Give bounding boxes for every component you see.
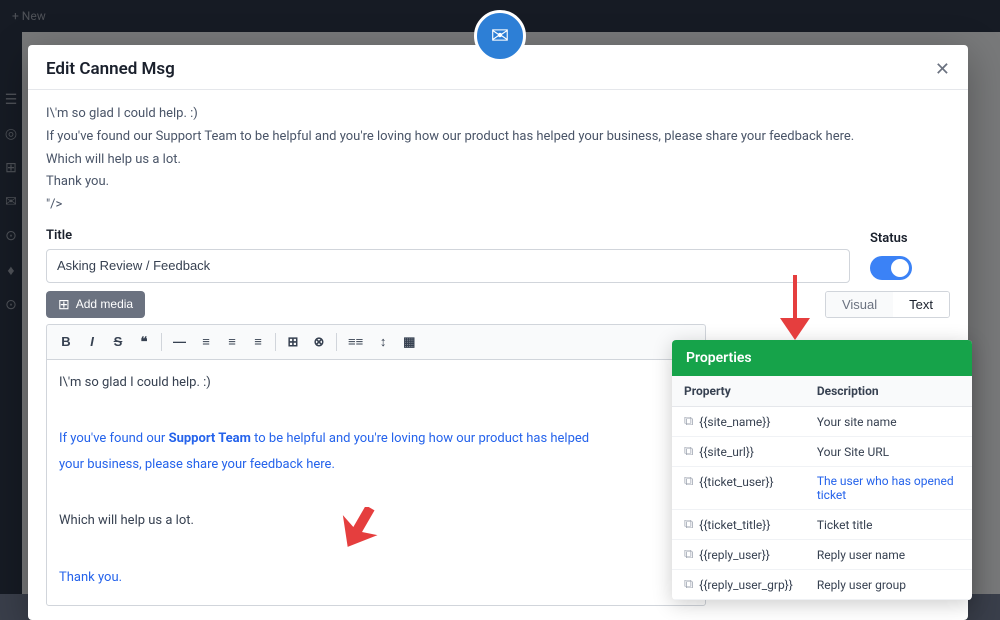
property-var-cell-2: ⧉ {{ticket_user}}: [672, 467, 805, 496]
properties-row: ⧉ {{ticket_title}} Ticket title: [672, 510, 972, 540]
align-center-button[interactable]: ≡: [221, 331, 243, 352]
status-group: Status: [870, 231, 950, 280]
small-red-arrow: [337, 507, 387, 565]
down-arrow-indicator: [765, 270, 825, 354]
table-button[interactable]: ▦: [398, 331, 420, 353]
property-var-cell-4: ⧉ {{reply_user}}: [672, 540, 805, 569]
col-description: Description: [805, 376, 972, 407]
property-var-cell-0: ⧉ {{site_name}}: [672, 407, 805, 436]
properties-table-header-row: Property Description: [672, 376, 972, 407]
editor-line-3-text: your business, please share your feedbac…: [59, 457, 335, 472]
prop-var-name: {{ticket_title}}: [699, 518, 770, 532]
properties-table: Property Description ⧉ {{site_name}} Your …: [672, 376, 972, 600]
property-desc-cell-3: Ticket title: [805, 510, 972, 540]
preview-text: I\'m so glad I could help. :) If you've …: [46, 104, 950, 216]
property-var-cell-5: ⧉ {{reply_user_grp}}: [672, 570, 805, 599]
unlink-button[interactable]: ⊗: [308, 331, 330, 353]
prop-copy-icon[interactable]: ⧉: [684, 517, 693, 532]
italic-button[interactable]: I: [81, 331, 103, 352]
editor-content[interactable]: I\'m so glad I could help. :) If you've …: [46, 359, 706, 606]
toolbar-sep-3: [336, 333, 337, 351]
strikethrough-button[interactable]: S: [107, 331, 129, 352]
property-desc-cell-0: Your site name: [805, 407, 972, 437]
prop-copy-icon[interactable]: ⧉: [684, 474, 693, 489]
add-media-button[interactable]: ⊞ Add media: [46, 291, 145, 318]
preview-line-3: Which will help us a lot.: [46, 150, 950, 171]
add-media-icon: ⊞: [58, 296, 70, 313]
editor-line-2: If you've found our Support Team to be h…: [59, 428, 693, 450]
prop-copy-icon[interactable]: ⧉: [684, 547, 693, 562]
prop-var-name: {{site_url}}: [699, 445, 754, 459]
hr-button[interactable]: —: [168, 331, 191, 352]
properties-row: ⧉ {{site_url}} Your Site URL: [672, 437, 972, 467]
preview-line-4: Thank you.: [46, 172, 950, 193]
modal-title: Edit Canned Msg: [46, 59, 175, 79]
prop-var-name: {{site_name}}: [699, 415, 770, 429]
properties-row: ⧉ {{reply_user_grp}} Reply user group: [672, 570, 972, 600]
editor-line-2-text: If you've found our Support Team to be h…: [59, 431, 589, 446]
property-desc-cell-5: Reply user group: [805, 570, 972, 600]
prop-var-name: {{ticket_user}}: [699, 475, 773, 489]
prop-copy-icon[interactable]: ⧉: [684, 577, 693, 592]
property-desc-cell-2: The user who has opened ticket: [805, 467, 972, 510]
properties-row: ⧉ {{site_name}} Your site name: [672, 407, 972, 437]
align-left-button[interactable]: ≡: [195, 331, 217, 352]
modal-close-button[interactable]: ✕: [935, 60, 950, 78]
title-group: Title: [46, 228, 850, 283]
prop-copy-icon[interactable]: ⧉: [684, 444, 693, 459]
status-label: Status: [870, 231, 908, 246]
status-toggle[interactable]: [870, 256, 912, 280]
editor-spacer-2: [59, 480, 693, 502]
link-button[interactable]: ⊞: [282, 331, 304, 353]
app-icon: ✉: [474, 10, 526, 62]
editor-line-1: I\'m so glad I could help. :): [59, 372, 693, 394]
preview-line-5: "/>: [46, 195, 950, 216]
properties-row: ⧉ {{ticket_user}} The user who has opened …: [672, 467, 972, 510]
preview-line-1: I\'m so glad I could help. :): [46, 104, 950, 125]
col-property: Property: [672, 376, 805, 407]
title-label: Title: [46, 228, 850, 243]
visual-text-tabs: Visual Text: [825, 291, 950, 318]
toolbar-sep-1: [161, 333, 162, 351]
toggle-knob: [891, 259, 909, 277]
editor-format-toolbar: B I S ❝ — ≡ ≡ ≡ ⊞ ⊗ ≡≡ ↕ ▦: [46, 324, 706, 359]
visual-tab[interactable]: Visual: [826, 292, 893, 317]
align-right-button[interactable]: ≡: [247, 331, 269, 352]
property-desc-cell-1: Your Site URL: [805, 437, 972, 467]
add-media-label: Add media: [76, 297, 133, 311]
fullscreen-button[interactable]: ↕: [372, 331, 394, 352]
prop-var-name: {{reply_user_grp}}: [699, 578, 793, 592]
preview-line-2: If you've found our Support Team to be h…: [46, 127, 950, 148]
prop-var-name: {{reply_user}}: [699, 548, 770, 562]
properties-panel: Properties Property Description ⧉{{site_…: [672, 340, 972, 600]
property-var-cell-3: ⧉ {{ticket_title}}: [672, 510, 805, 539]
title-input[interactable]: [46, 249, 850, 283]
toolbar-sep-2: [275, 333, 276, 351]
editor-spacer-1: [59, 398, 693, 420]
text-tab[interactable]: Text: [893, 292, 949, 317]
property-var-cell-1: ⧉ {{site_url}}: [672, 437, 805, 466]
editor-section: B I S ❝ — ≡ ≡ ≡ ⊞ ⊗ ≡≡ ↕ ▦ I\'m so glad …: [46, 324, 706, 606]
properties-row: ⧉ {{reply_user}} Reply user name: [672, 540, 972, 570]
quote-button[interactable]: ❝: [133, 331, 155, 353]
property-desc-cell-4: Reply user name: [805, 540, 972, 570]
indent-button[interactable]: ≡≡: [343, 331, 368, 352]
prop-copy-icon[interactable]: ⧉: [684, 414, 693, 429]
editor-line-5: Thank you.: [59, 567, 693, 589]
editor-line-3: your business, please share your feedbac…: [59, 454, 693, 476]
app-icon-symbol: ✉: [491, 24, 509, 49]
bold-button[interactable]: B: [55, 331, 77, 352]
